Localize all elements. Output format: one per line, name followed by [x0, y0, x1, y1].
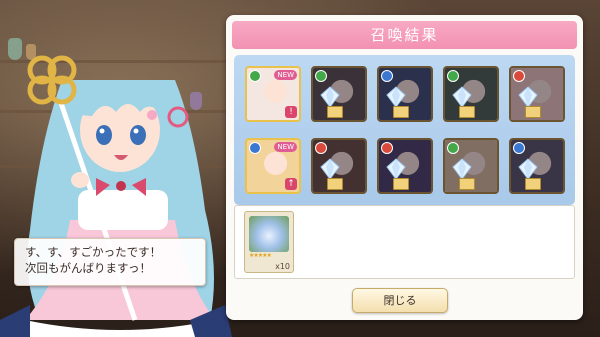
result-card[interactable] [377, 66, 433, 122]
bonus-item-area: ★★★★★ x10 [234, 205, 575, 279]
gift-box-icon [327, 106, 343, 118]
result-card[interactable] [311, 138, 367, 194]
crystal-icon [320, 158, 340, 180]
water-element-icon [249, 142, 261, 154]
crystal-icon [518, 86, 538, 108]
bonus-item[interactable]: ★★★★★ x10 [244, 211, 294, 273]
gift-box-icon [459, 106, 475, 118]
result-card[interactable] [509, 138, 565, 194]
water-element-icon [513, 142, 525, 154]
crystal-icon [386, 86, 406, 108]
crystal-icon [452, 158, 472, 180]
crystal-icon [320, 86, 340, 108]
gift-box-icon [327, 178, 343, 190]
dialog-title: 召喚結果 [232, 21, 577, 49]
result-card[interactable] [377, 138, 433, 194]
fire-element-icon [315, 142, 327, 154]
gift-box-icon [459, 178, 475, 190]
gift-box-icon [393, 106, 409, 118]
speech-line-2: 次回もがんばりますっ！ [25, 261, 152, 275]
gift-box-icon [525, 178, 541, 190]
status-badge: ! [285, 106, 297, 118]
item-count: x10 [275, 262, 290, 271]
fire-element-icon [381, 142, 393, 154]
speech-line-1: す、す、すごかったです！ [25, 245, 162, 259]
new-badge: NEW [274, 142, 297, 152]
wind-element-icon [249, 70, 261, 82]
fire-element-icon [513, 70, 525, 82]
wind-element-icon [447, 70, 459, 82]
result-card[interactable]: NEW ↑ [245, 138, 301, 194]
result-card[interactable] [443, 66, 499, 122]
rarity-stars-icon: ★★★★★ [249, 252, 272, 259]
status-badge: ↑ [285, 178, 297, 190]
result-card[interactable] [443, 138, 499, 194]
gift-box-icon [393, 178, 409, 190]
result-card[interactable] [311, 66, 367, 122]
crystal-icon [452, 86, 472, 108]
summon-result-dialog: 召喚結果 NEW! NEW ↑ ★★★★★ x10 閉じる [226, 15, 583, 320]
result-card[interactable] [509, 66, 565, 122]
speech-box: す、す、すごかったです！ 次回もがんばりますっ！ [14, 238, 206, 286]
close-button[interactable]: 閉じる [352, 288, 448, 313]
character-illustration [0, 55, 232, 337]
wind-element-icon [447, 142, 459, 154]
result-grid: NEW! NEW ↑ [234, 55, 575, 205]
new-badge: NEW [274, 70, 297, 80]
result-card[interactable]: NEW! [245, 66, 301, 122]
wind-element-icon [315, 70, 327, 82]
gift-box-icon [525, 106, 541, 118]
water-element-icon [381, 70, 393, 82]
crystal-icon [386, 158, 406, 180]
crystal-bouquet-icon [249, 216, 289, 252]
crystal-icon [518, 158, 538, 180]
